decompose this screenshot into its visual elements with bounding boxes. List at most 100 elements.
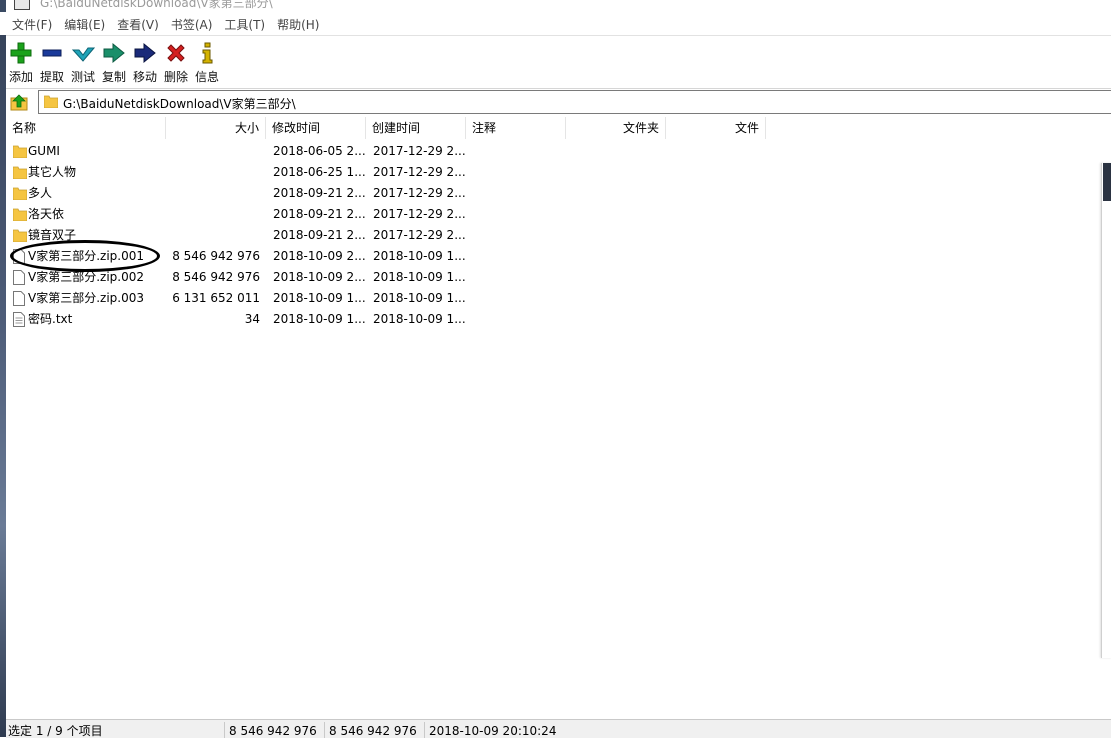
delete-x-icon	[167, 44, 185, 62]
delete-label: 删除	[163, 70, 188, 84]
info-icon	[202, 42, 213, 64]
file-created: 2018-10-09 1...	[373, 291, 466, 305]
path-text: G:\BaiduNetdiskDownload\V家第三部分\	[63, 97, 296, 111]
file-name: 洛天依	[28, 207, 65, 221]
file-created: 2017-12-29 2...	[373, 165, 466, 179]
move-arrow-icon	[134, 42, 156, 64]
plus-icon	[10, 42, 32, 64]
column-header-comment[interactable]: 注释	[466, 117, 566, 139]
file-modified: 2018-09-21 2...	[273, 186, 366, 200]
file-size: 6 131 652 011	[172, 291, 260, 305]
list-item[interactable]: V家第三部分.zip.001 8 546 942 976 2018-10-09 …	[6, 246, 1096, 267]
status-selected-size: 8 546 942 976	[229, 724, 317, 738]
file-size	[166, 204, 260, 225]
list-item[interactable]: 洛天依 2018-09-21 2... 2017-12-29 2...	[6, 204, 1096, 225]
file-created: 2017-12-29 2...	[373, 207, 466, 221]
status-selection: 选定 1 / 9 个项目	[8, 724, 103, 738]
menu-tools[interactable]: 工具(T)	[218, 16, 271, 33]
file-name: 密码.txt	[28, 312, 73, 326]
file-created: 2017-12-29 2...	[373, 144, 466, 158]
minus-icon	[42, 49, 62, 57]
list-item[interactable]: 镜音双子 2018-09-21 2... 2017-12-29 2...	[6, 225, 1096, 246]
status-datetime: 2018-10-09 20:10:24	[429, 724, 557, 738]
file-created: 2018-10-09 1...	[373, 270, 466, 284]
column-header-created[interactable]: 创建时间	[366, 117, 466, 139]
file-modified: 2018-06-05 2...	[273, 144, 366, 158]
extract-label: 提取	[39, 70, 64, 84]
column-header-name[interactable]: 名称	[6, 117, 166, 139]
list-header: 名称 大小 修改时间 创建时间 注释 文件夹 文件	[6, 117, 1111, 139]
file-name: 镜音双子	[28, 228, 77, 242]
info-label: 信息	[194, 70, 219, 84]
file-name: V家第三部分.zip.003	[28, 291, 144, 305]
background-window-edge	[1101, 163, 1111, 658]
file-modified: 2018-10-09 2...	[273, 249, 366, 263]
status-divider	[324, 722, 325, 738]
file-created: 2018-10-09 1...	[373, 312, 466, 326]
file-name: V家第三部分.zip.002	[28, 270, 144, 284]
file-modified: 2018-10-09 1...	[273, 291, 366, 305]
file-size: 8 546 942 976	[172, 270, 260, 284]
test-button[interactable]: 测试	[68, 41, 98, 85]
list-item[interactable]: 多人 2018-09-21 2... 2017-12-29 2...	[6, 183, 1096, 204]
list-item[interactable]: 密码.txt 34 2018-10-09 1... 2018-10-09 1..…	[6, 309, 1096, 330]
move-label: 移动	[132, 70, 157, 84]
column-header-size[interactable]: 大小	[166, 117, 266, 139]
file-modified: 2018-10-09 2...	[273, 270, 366, 284]
file-name: 其它人物	[28, 165, 77, 179]
checkmark-icon	[71, 47, 95, 62]
file-created: 2018-10-09 1...	[373, 249, 466, 263]
menu-help[interactable]: 帮助(H)	[271, 16, 325, 33]
menu-bookmarks[interactable]: 书签(A)	[165, 16, 219, 33]
file-name: 多人	[28, 186, 53, 200]
status-bar: 选定 1 / 9 个项目 8 546 942 976 8 546 942 976…	[6, 719, 1111, 738]
file-name: GUMI	[28, 144, 60, 158]
path-input[interactable]: G:\BaiduNetdiskDownload\V家第三部分\	[38, 90, 1111, 114]
copy-label: 复制	[101, 70, 126, 84]
add-label: 添加	[8, 70, 33, 84]
copy-arrow-icon	[103, 42, 125, 64]
app-icon	[14, 0, 30, 10]
file-size	[166, 141, 260, 162]
file-modified: 2018-10-09 1...	[273, 312, 366, 326]
list-item[interactable]: V家第三部分.zip.002 8 546 942 976 2018-10-09 …	[6, 267, 1096, 288]
move-button[interactable]: 移动	[130, 41, 160, 85]
column-header-folders[interactable]: 文件夹	[566, 117, 666, 139]
file-modified: 2018-09-21 2...	[273, 207, 366, 221]
status-divider	[224, 722, 225, 738]
file-size	[166, 225, 260, 246]
column-header-files[interactable]: 文件	[666, 117, 766, 139]
list-item[interactable]: GUMI 2018-06-05 2... 2017-12-29 2...	[6, 141, 1096, 162]
info-button[interactable]: 信息	[192, 41, 222, 85]
file-modified: 2018-09-21 2...	[273, 228, 366, 242]
title-bar: G:\BaiduNetdiskDownload\V家第三部分\	[0, 0, 1111, 12]
file-size: 8 546 942 976	[172, 249, 260, 263]
file-size: 34	[244, 312, 260, 326]
test-label: 测试	[70, 70, 95, 84]
up-folder-icon[interactable]	[10, 93, 30, 114]
file-size	[166, 162, 260, 183]
status-total-size: 8 546 942 976	[329, 724, 417, 738]
list-item[interactable]: V家第三部分.zip.003 6 131 652 011 2018-10-09 …	[6, 288, 1096, 309]
file-created: 2017-12-29 2...	[373, 186, 466, 200]
background-window-titlebar	[1103, 163, 1111, 201]
file-modified: 2018-06-25 1...	[273, 165, 366, 179]
file-created: 2017-12-29 2...	[373, 228, 466, 242]
status-divider	[424, 722, 425, 738]
file-name: V家第三部分.zip.001	[28, 249, 144, 263]
list-item[interactable]: 其它人物 2018-06-25 1... 2017-12-29 2...	[6, 162, 1096, 183]
delete-button[interactable]: 删除	[161, 41, 191, 85]
column-header-modified[interactable]: 修改时间	[266, 117, 366, 139]
copy-button[interactable]: 复制	[99, 41, 129, 85]
add-button[interactable]: 添加	[6, 41, 36, 85]
extract-button[interactable]: 提取	[37, 41, 67, 85]
file-size	[166, 183, 260, 204]
menu-file[interactable]: 文件(F)	[6, 16, 58, 33]
address-bar: G:\BaiduNetdiskDownload\V家第三部分\	[6, 89, 1111, 115]
menu-edit[interactable]: 编辑(E)	[58, 16, 111, 33]
window-title: G:\BaiduNetdiskDownload\V家第三部分\	[40, 0, 273, 10]
toolbar: 添加 提取 测试 复制 移动 删除 信息	[6, 35, 1111, 89]
menu-view[interactable]: 查看(V)	[111, 16, 165, 33]
menu-bar: 文件(F) 编辑(E) 查看(V) 书签(A) 工具(T) 帮助(H)	[6, 13, 1111, 35]
folder-icon	[43, 94, 59, 111]
